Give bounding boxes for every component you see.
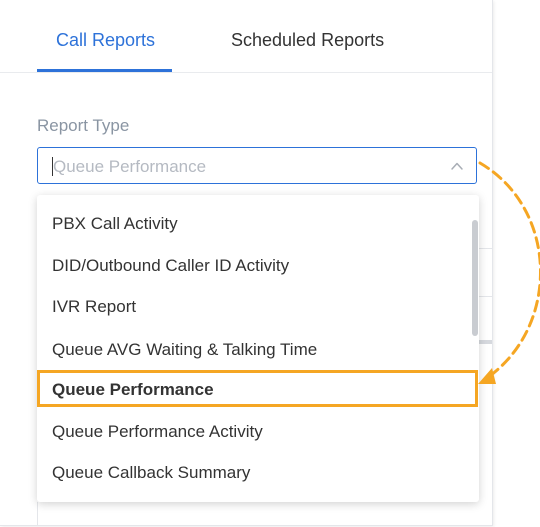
option-queue-performance-activity[interactable]: Queue Performance Activity — [52, 422, 263, 442]
report-type-dropdown: PBX Call Activity DID/Outbound Caller ID… — [37, 195, 479, 502]
option-did-outbound-caller-id-activity[interactable]: DID/Outbound Caller ID Activity — [52, 256, 289, 276]
option-queue-callback-summary[interactable]: Queue Callback Summary — [52, 463, 250, 483]
background-divider — [479, 296, 492, 297]
report-type-label: Report Type — [37, 116, 130, 135]
dropdown-scrollbar[interactable] — [472, 220, 478, 336]
background-divider — [479, 340, 492, 344]
background-divider — [479, 248, 492, 249]
selected-option-highlight — [37, 370, 478, 407]
option-queue-avg-waiting-talking-time[interactable]: Queue AVG Waiting & Talking Time — [52, 340, 317, 360]
report-type-value: Queue Performance — [53, 157, 207, 176]
tab-call-reports[interactable]: Call Reports — [56, 30, 155, 51]
option-pbx-call-activity[interactable]: PBX Call Activity — [52, 214, 178, 234]
option-ivr-report[interactable]: IVR Report — [52, 297, 136, 317]
report-panel: Call Reports Scheduled Reports Report Ty… — [0, 0, 493, 526]
chevron-up-icon[interactable] — [449, 158, 465, 174]
report-type-select[interactable]: Queue Performance — [37, 147, 477, 184]
report-tabs: Call Reports Scheduled Reports — [0, 0, 492, 73]
background-divider — [37, 502, 38, 525]
tab-scheduled-reports[interactable]: Scheduled Reports — [231, 30, 384, 51]
active-tab-indicator — [37, 69, 172, 72]
